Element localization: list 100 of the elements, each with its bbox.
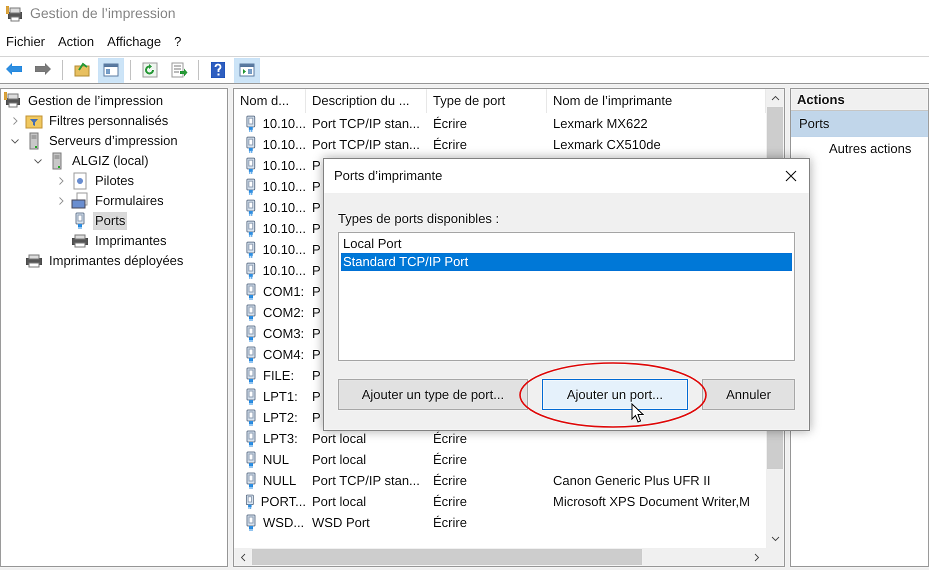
table-cell-text: PORT... xyxy=(260,492,306,511)
menu-item[interactable]: Fichier xyxy=(2,32,50,52)
expand-chevron-icon[interactable] xyxy=(58,197,64,205)
table-cell: WSD Port xyxy=(312,514,370,530)
pane-toggle-icon xyxy=(238,61,256,79)
table-cell-text: LPT2: xyxy=(263,408,298,427)
port-type-list[interactable]: Local Port Standard TCP/IP Port xyxy=(338,232,795,361)
table-cell-text: WSD... xyxy=(263,514,304,532)
printer-icon xyxy=(71,232,89,250)
expand-chevron-icon[interactable] xyxy=(58,177,64,185)
table-cell-text: 10.10... xyxy=(262,114,306,133)
menu-item[interactable]: Action xyxy=(54,32,98,52)
collapse-chevron-icon[interactable] xyxy=(34,158,42,164)
tree-item[interactable]: Ports xyxy=(93,212,128,230)
window-title: Gestion de l’impression xyxy=(30,4,176,23)
tree-item[interactable]: Pilotes xyxy=(93,172,136,190)
table-cell-text: NUL xyxy=(263,450,290,469)
table-cell: Écrire xyxy=(433,514,467,530)
table-cell: Port local xyxy=(312,452,366,467)
table-cell: Écrire xyxy=(433,430,467,446)
tree-item[interactable]: Imprimantes déployées xyxy=(47,252,186,270)
table-cell: Port local xyxy=(312,430,366,446)
table-cell: P xyxy=(312,410,321,425)
pane-toggle-icon xyxy=(102,61,120,79)
printer-icon xyxy=(25,252,43,270)
column-header[interactable]: Nom d... xyxy=(234,89,306,113)
dialog-button[interactable]: Ajouter un type de port... xyxy=(338,379,528,410)
table-cell-text: 10.10... xyxy=(262,156,306,175)
tree-item[interactable]: Gestion de l’impression xyxy=(26,92,166,110)
table-cell: Écrire xyxy=(433,472,467,488)
table-cell: Lexmark CX510de xyxy=(553,136,661,152)
table-cell-text: 10.10... xyxy=(262,198,306,217)
table-cell-text: LPT3: xyxy=(263,430,298,448)
expand-chevron-icon[interactable] xyxy=(12,117,18,125)
table-cell-text: 10.10... xyxy=(262,136,306,154)
export-list-icon xyxy=(170,61,188,79)
table-cell: Port TCP/IP stan... xyxy=(312,136,420,152)
printer-icon xyxy=(4,92,22,110)
table-cell-text: 10.10... xyxy=(262,220,306,238)
tree-item[interactable]: Filtres personnalisés xyxy=(47,112,170,130)
table-cell: Microsoft XPS Document Writer,M xyxy=(553,494,750,509)
table-cell: P xyxy=(312,178,321,194)
table-cell: P xyxy=(312,242,321,257)
table-cell-text: COM2: xyxy=(263,304,304,322)
toolbar-button[interactable] xyxy=(234,58,260,82)
list-item[interactable]: Standard TCP/IP Port xyxy=(341,253,792,271)
scroll-right-icon[interactable] xyxy=(754,552,760,562)
close-icon[interactable] xyxy=(785,170,797,182)
table-cell-text: COM3: xyxy=(263,324,304,343)
menu-item[interactable]: ? xyxy=(170,32,186,52)
table-cell: P xyxy=(312,262,321,278)
forms-icon xyxy=(71,192,89,210)
dialog-button[interactable]: Ajouter un port... xyxy=(542,379,688,410)
toolbar-button[interactable] xyxy=(98,58,124,82)
printer-icon xyxy=(6,6,24,22)
table-cell: Port TCP/IP stan... xyxy=(312,472,420,488)
tree-item[interactable]: ALGIZ (local) xyxy=(70,152,151,170)
table-cell: Écrire xyxy=(433,452,467,467)
table-cell: P xyxy=(312,200,321,215)
table-cell: Écrire xyxy=(433,136,467,152)
table-cell: Canon Generic Plus UFR II xyxy=(553,472,711,488)
table-cell: P xyxy=(312,304,321,320)
table-cell-text: FILE: xyxy=(263,366,294,385)
table-cell: P xyxy=(312,284,321,299)
actions-section[interactable]: Ports xyxy=(791,111,928,137)
table-cell: Port TCP/IP stan... xyxy=(312,116,420,131)
menu-item[interactable]: Affichage xyxy=(103,32,166,52)
mouse-cursor-icon xyxy=(631,403,644,425)
tree-item[interactable]: Imprimantes xyxy=(93,232,169,250)
dialog-button[interactable]: Annuler xyxy=(702,379,795,410)
horizontal-scrollbar[interactable] xyxy=(234,548,784,566)
scroll-up-icon[interactable] xyxy=(770,95,780,101)
table-cell: P xyxy=(312,346,321,362)
table-cell: Port local xyxy=(312,494,366,509)
tree-item[interactable]: Serveurs d’impression xyxy=(47,132,180,150)
table-cell-text: COM1: xyxy=(263,282,304,301)
help-icon xyxy=(209,61,227,79)
scrollbar-thumb[interactable] xyxy=(252,549,642,565)
column-header[interactable]: Type de port xyxy=(427,89,547,113)
action-link[interactable]: Autres actions xyxy=(829,139,912,159)
table-cell: Écrire xyxy=(433,116,467,131)
refresh-icon xyxy=(141,61,159,79)
table-cell: P xyxy=(312,326,321,341)
list-label: Types de ports disponibles : xyxy=(338,210,500,227)
table-cell-text: 10.10... xyxy=(262,178,306,196)
folder-up-icon xyxy=(73,61,91,79)
table-cell: P xyxy=(312,368,321,383)
scroll-down-icon[interactable] xyxy=(770,536,780,542)
table-cell-text: NULL xyxy=(263,472,296,490)
table-cell: Écrire xyxy=(433,494,467,509)
list-item[interactable]: Local Port xyxy=(341,235,792,253)
column-header[interactable]: Description du ... xyxy=(306,89,427,113)
table-cell: P xyxy=(312,388,321,404)
tree-item[interactable]: Formulaires xyxy=(93,192,166,210)
collapse-chevron-icon[interactable] xyxy=(11,138,19,144)
table-cell: P xyxy=(312,220,321,236)
table-cell-text: LPT1: xyxy=(263,388,298,406)
scroll-left-icon[interactable] xyxy=(240,552,246,562)
table-cell: Lexmark MX622 xyxy=(553,116,648,131)
table-cell-text: 10.10... xyxy=(262,240,306,259)
